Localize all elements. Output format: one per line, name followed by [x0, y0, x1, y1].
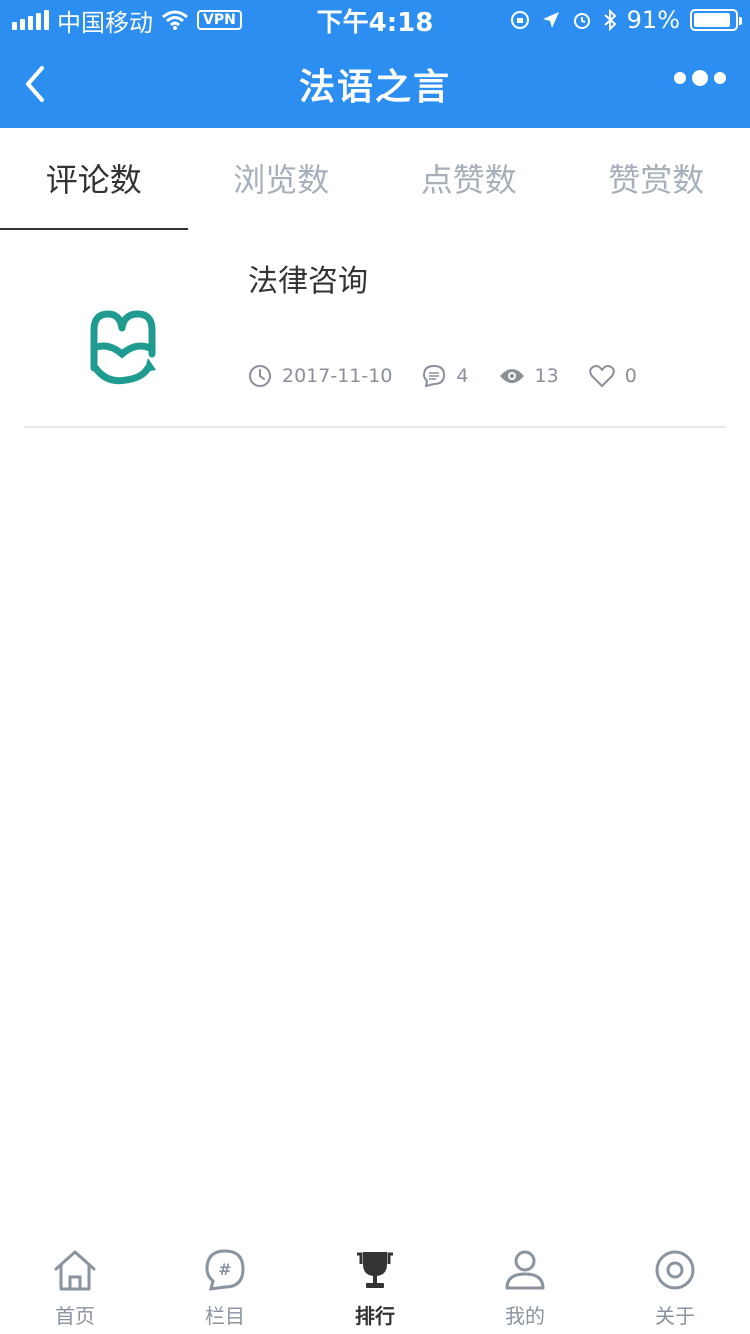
view-count: 13 — [534, 365, 559, 387]
item-title: 法律咨询 — [248, 264, 368, 299]
item-date: 2017-11-10 — [282, 365, 393, 387]
status-bar: 中国移动 VPN 下午4:18 91% — [0, 0, 750, 40]
location-icon — [542, 12, 559, 28]
home-icon — [54, 1250, 96, 1291]
heart-icon — [588, 365, 615, 387]
tabbar-item-ranking[interactable]: 排行 — [300, 1238, 450, 1334]
more-menu-icon[interactable] — [674, 70, 726, 86]
bottom-tab-bar: 首页 # 栏目 排行 我的 关于 — [0, 1238, 750, 1334]
alarm-icon — [573, 13, 590, 29]
nav-bar: 法语之言 — [0, 40, 750, 128]
tabbar-label-about: 关于 — [655, 1304, 695, 1328]
article-logo-icon — [90, 310, 156, 385]
user-icon — [505, 1250, 545, 1290]
battery-icon — [690, 9, 742, 31]
tabbar-item-about[interactable]: 关于 — [600, 1238, 750, 1334]
clock-icon — [249, 365, 271, 387]
list-item[interactable]: 法律咨询 2017-11-10 4 13 0 — [24, 230, 726, 428]
page-title: 法语之言 — [298, 67, 451, 108]
wifi-icon — [162, 10, 188, 30]
tabbar-item-mine[interactable]: 我的 — [450, 1238, 600, 1334]
battery-percent: 91% — [626, 6, 680, 34]
target-icon — [655, 1250, 695, 1290]
orientation-lock-icon — [510, 11, 529, 29]
tabbar-item-home[interactable]: 首页 — [0, 1238, 150, 1334]
tab-comments[interactable]: 评论数 — [0, 128, 188, 230]
tabbar-label-ranking: 排行 — [355, 1304, 395, 1328]
like-count: 0 — [624, 365, 637, 387]
tabbar-item-columns[interactable]: # 栏目 — [150, 1238, 300, 1334]
status-time: 下午4:18 — [316, 7, 434, 38]
tabbar-label-columns: 栏目 — [205, 1304, 245, 1328]
svg-text:#: # — [218, 1260, 231, 1279]
eye-icon — [499, 369, 524, 383]
back-arrow-icon[interactable] — [18, 62, 62, 106]
signal-icon — [12, 10, 49, 30]
carrier-label: 中国移动 — [57, 8, 153, 37]
tab-likes[interactable]: 点赞数 — [375, 128, 563, 228]
tab-rewards[interactable]: 赞赏数 — [563, 128, 750, 228]
comment-icon — [423, 364, 446, 388]
ranking-tabs: 评论数 浏览数 点赞数 赞赏数 — [0, 128, 750, 230]
bluetooth-icon — [603, 9, 617, 31]
vpn-badge: VPN — [197, 10, 242, 30]
trophy-icon — [357, 1252, 393, 1288]
tabbar-label-mine: 我的 — [505, 1304, 545, 1328]
tabbar-label-home: 首页 — [55, 1304, 95, 1328]
hashtag-chat-icon: # — [205, 1249, 245, 1291]
tab-views[interactable]: 浏览数 — [188, 128, 376, 228]
comment-count: 4 — [456, 365, 469, 387]
item-meta: 2017-11-10 4 13 0 — [248, 364, 667, 388]
